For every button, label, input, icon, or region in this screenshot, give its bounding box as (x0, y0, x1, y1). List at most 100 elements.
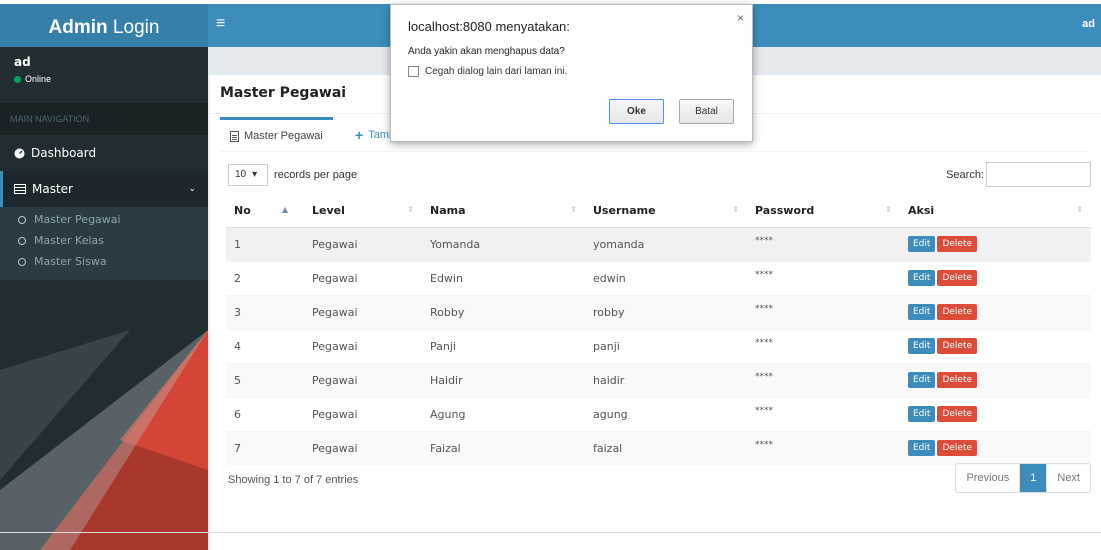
table-cell: Pegawai (304, 260, 422, 295)
sort-icon: ⇕ (407, 205, 414, 214)
table-row: 7 Pegawai Faizal faizal **** Edit Delete (226, 430, 1091, 465)
delete-button[interactable]: Delete (937, 304, 978, 320)
pagination-page-1[interactable]: 1 (1019, 464, 1048, 492)
app-logo[interactable]: Admin Login (0, 0, 208, 47)
close-icon[interactable]: × (737, 11, 744, 25)
table-cell: 2 (226, 260, 304, 295)
column-header-username[interactable]: Username ⇕ (585, 195, 747, 228)
plus-icon: + (355, 126, 364, 143)
sidebar-item-master-pegawai[interactable]: Master Pegawai (0, 209, 208, 230)
dashboard-icon (14, 148, 25, 158)
delete-button[interactable]: Delete (937, 406, 978, 422)
sort-asc-icon: ▲ (282, 205, 289, 214)
cancel-button[interactable]: Batal (679, 99, 734, 124)
search-input[interactable] (986, 162, 1091, 187)
sidebar-item-dashboard[interactable]: Dashboard (0, 135, 208, 171)
menu-toggle-icon[interactable]: ≡ (216, 15, 225, 33)
table-cell: Pegawai (304, 294, 422, 329)
dialog-title: localhost:8080 menyatakan: (408, 19, 570, 34)
sidebar-item-master-siswa[interactable]: Master Siswa (0, 251, 208, 272)
master-submenu: Master Pegawai Master Kelas Master Siswa (0, 207, 208, 280)
user-status: Online (14, 74, 194, 84)
page-length-control: 10 ▾ records per page (228, 164, 357, 186)
topbar-user[interactable]: ad (1082, 18, 1095, 30)
confirm-dialog: localhost:8080 menyatakan: × Anda yakin … (390, 4, 753, 142)
delete-button[interactable]: Delete (937, 372, 978, 388)
table-cell: Edwin (422, 260, 585, 295)
table-cell: Yomanda (422, 226, 585, 261)
table-cell: edwin (585, 260, 747, 295)
prevent-dialogs-checkbox[interactable]: Cegah dialog lain dari laman ini. (408, 66, 567, 77)
table-cell: 7 (226, 430, 304, 465)
delete-button[interactable]: Delete (937, 270, 978, 286)
table-cell: yomanda (585, 226, 747, 261)
delete-button[interactable]: Delete (937, 338, 978, 354)
table-cell: **** (747, 328, 900, 363)
online-status-icon (14, 75, 21, 83)
tab-master-pegawai[interactable]: Master Pegawai (220, 117, 333, 152)
table-cell: **** (747, 260, 900, 295)
edit-button[interactable]: Edit (908, 236, 936, 252)
pagination-previous[interactable]: Previous (956, 464, 1019, 492)
edit-button[interactable]: Edit (908, 270, 936, 286)
data-table: No ▲ Level ⇕ Nama ⇕ Username ⇕ Password ⇕ Aks… (226, 195, 1091, 465)
column-header-level[interactable]: Level ⇕ (304, 195, 422, 228)
pagination: Previous 1 Next (955, 463, 1091, 493)
table-row: 1 Pegawai Yomanda yomanda **** Edit Delete (226, 226, 1091, 261)
circle-icon (18, 236, 26, 245)
sort-icon: ⇕ (1076, 205, 1083, 214)
pagination-next[interactable]: Next (1047, 464, 1090, 492)
table-cell: panji (585, 328, 747, 363)
actions-cell: Edit Delete (900, 328, 1091, 363)
table-cell: **** (747, 294, 900, 329)
table-cell: Panji (422, 328, 585, 363)
edit-button[interactable]: Edit (908, 372, 936, 388)
table-cell: Haidir (422, 362, 585, 397)
table-info: Showing 1 to 7 of 7 entries (228, 474, 359, 486)
table-row: 3 Pegawai Robby robby **** Edit Delete (226, 294, 1091, 329)
ok-button[interactable]: Oke (609, 99, 664, 124)
footer-divider (0, 532, 1101, 533)
table-cell: Pegawai (304, 396, 422, 431)
dialog-message: Anda yakin akan menghapus data? (408, 46, 565, 57)
watermark-logo (0, 330, 208, 550)
sort-icon: ⇕ (732, 205, 739, 214)
table-row: 2 Pegawai Edwin edwin **** Edit Delete (226, 260, 1091, 295)
table-cell: Agung (422, 396, 585, 431)
nav-header: MAIN NAVIGATION (0, 103, 208, 135)
table-icon (14, 184, 26, 194)
document-icon (230, 130, 239, 142)
sidebar-item-master[interactable]: Master ⌄ (0, 171, 208, 207)
table-cell: agung (585, 396, 747, 431)
column-header-no[interactable]: No ▲ (226, 195, 304, 228)
dropdown-arrow-icon: ▾ (252, 169, 258, 180)
table-cell: Faizal (422, 430, 585, 465)
user-name: ad (14, 55, 31, 69)
delete-button[interactable]: Delete (937, 440, 978, 457)
circle-icon (18, 257, 26, 266)
table-cell: robby (585, 294, 747, 329)
table-row: 5 Pegawai Haidir haidir **** Edit Delete (226, 362, 1091, 397)
page-title: Master Pegawai (220, 85, 347, 101)
sidebar-item-master-kelas[interactable]: Master Kelas (0, 230, 208, 251)
table-cell: 4 (226, 328, 304, 363)
column-header-aksi[interactable]: Aksi ⇕ (900, 195, 1091, 228)
delete-button[interactable]: Delete (937, 236, 978, 252)
edit-button[interactable]: Edit (908, 406, 936, 422)
actions-cell: Edit Delete (900, 226, 1091, 261)
table-cell: 1 (226, 226, 304, 261)
chevron-down-icon: ⌄ (188, 184, 196, 194)
checkbox[interactable] (408, 66, 419, 77)
actions-cell: Edit Delete (900, 430, 1091, 465)
actions-cell: Edit Delete (900, 260, 1091, 295)
circle-icon (18, 215, 26, 224)
table-cell: 3 (226, 294, 304, 329)
column-header-password[interactable]: Password ⇕ (747, 195, 900, 228)
edit-button[interactable]: Edit (908, 440, 936, 457)
edit-button[interactable]: Edit (908, 304, 936, 320)
table-cell: Robby (422, 294, 585, 329)
page-length-select[interactable]: 10 ▾ (228, 164, 268, 186)
search-control: Search: (946, 162, 1091, 187)
edit-button[interactable]: Edit (908, 338, 936, 354)
column-header-nama[interactable]: Nama ⇕ (422, 195, 585, 228)
